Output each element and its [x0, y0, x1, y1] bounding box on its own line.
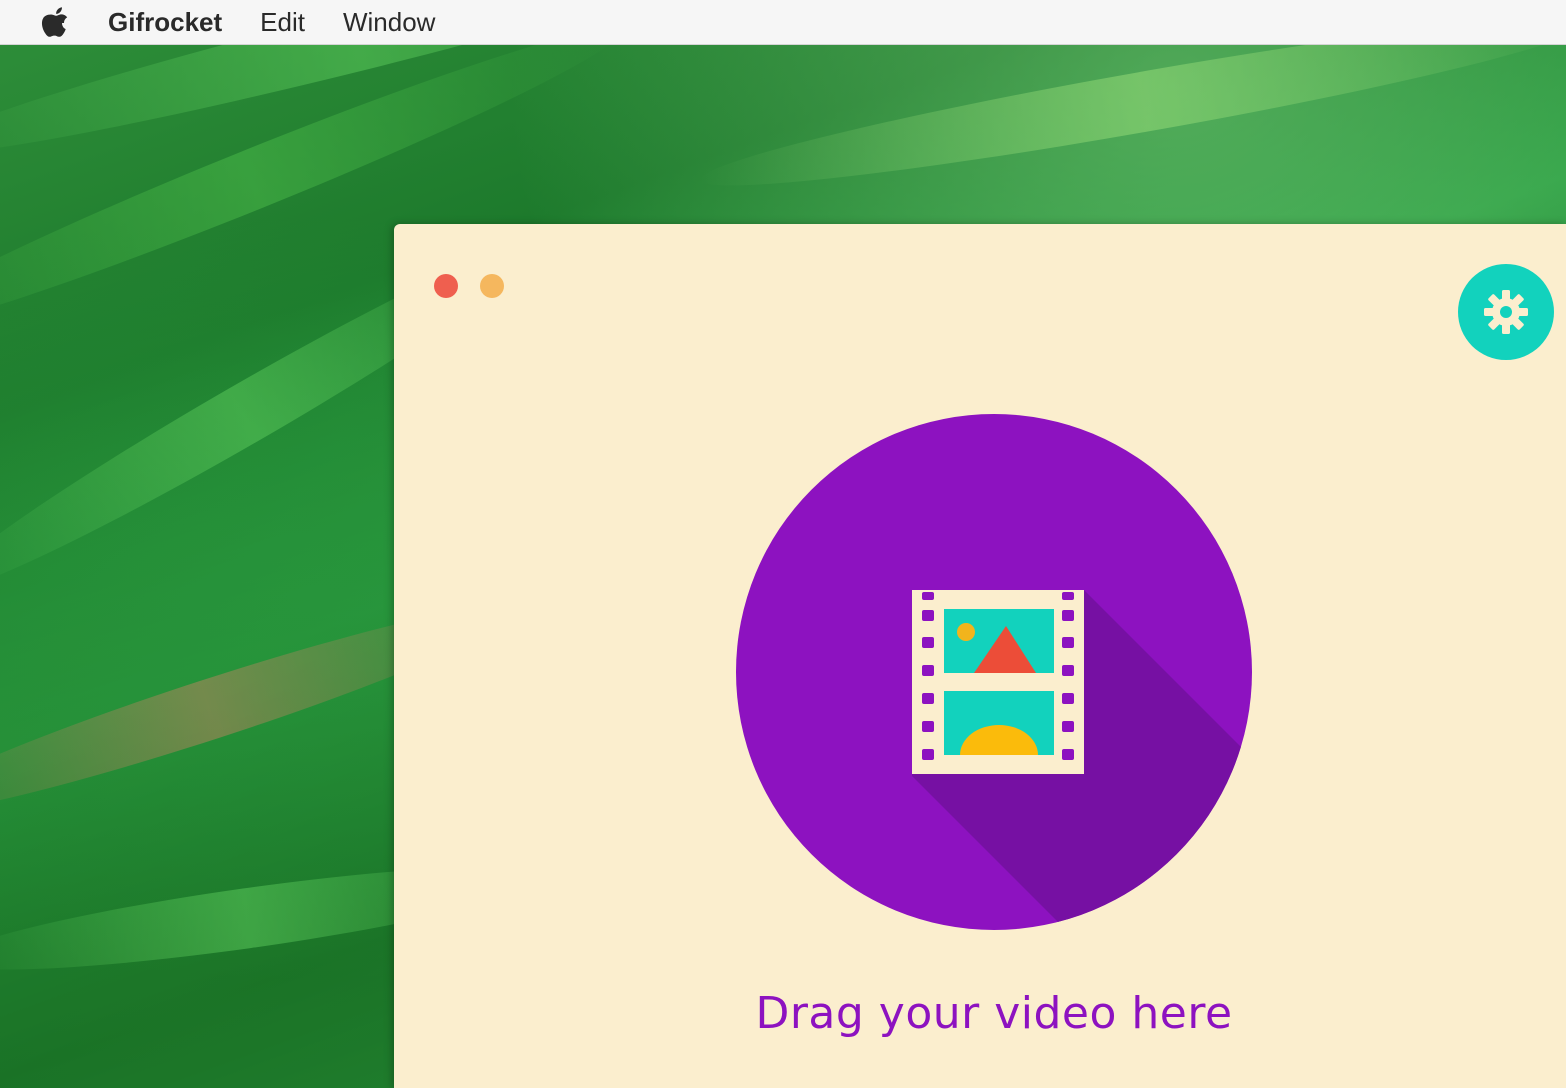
menu-edit[interactable]: Edit	[260, 0, 305, 44]
settings-button[interactable]	[1458, 264, 1554, 360]
gear-icon	[1484, 290, 1528, 334]
minimize-window-button[interactable]	[480, 274, 504, 298]
drop-zone-label: Drag your video here	[755, 988, 1233, 1039]
film-strip-icon	[912, 590, 1252, 930]
gifrocket-window: Drag your video here	[394, 224, 1566, 1088]
menu-window[interactable]: Window	[343, 0, 435, 44]
video-drop-zone[interactable]	[736, 414, 1252, 930]
close-window-button[interactable]	[434, 274, 458, 298]
menu-bar: Gifrocket Edit Window	[0, 0, 1566, 45]
menu-app-name[interactable]: Gifrocket	[108, 0, 222, 44]
apple-logo-icon[interactable]	[40, 6, 70, 38]
